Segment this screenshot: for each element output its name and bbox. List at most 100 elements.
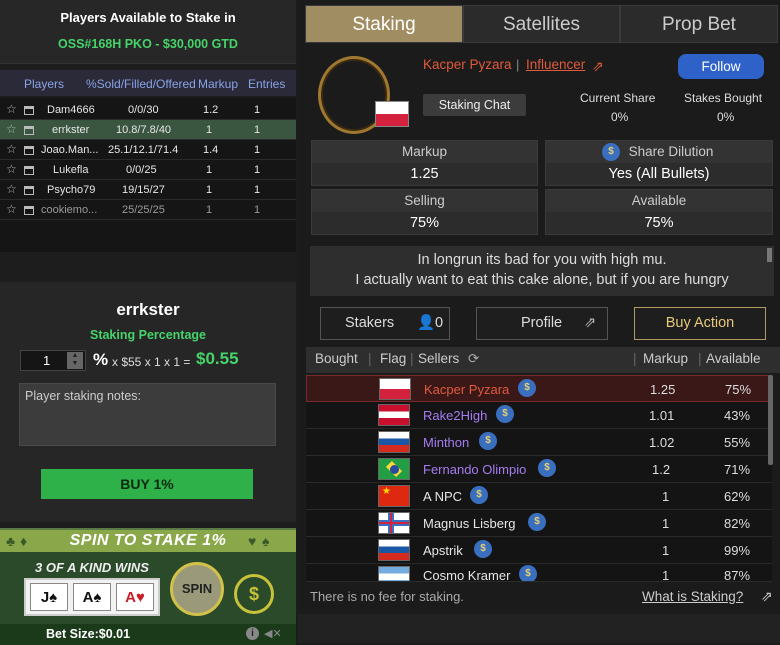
star-icon[interactable]: ☆ [6,162,17,176]
buy-button[interactable]: BUY 1% [41,469,253,499]
calendar-icon[interactable] [24,206,34,215]
star-icon[interactable]: ☆ [6,142,17,156]
share-dilution-box: $ Share Dilution Yes (All Bullets) [545,140,773,186]
list-item[interactable]: Minthon $ 1.02 55% [306,429,772,456]
table-row[interactable]: ☆ cookiemo... 25/25/25 1 1 [0,200,296,220]
players-table: ☆ Dam4666 0/0/30 1.2 1 ☆ errkster 10.8/7… [0,98,296,252]
external-link-icon[interactable]: ⇗ [592,58,604,75]
col-markup[interactable]: Markup [643,351,688,366]
calendar-icon[interactable] [24,106,34,115]
mute-icon[interactable]: ◀✕ [264,627,282,640]
list-item[interactable]: Cosmo Kramer $ 1 87% [306,564,772,582]
star-icon[interactable]: ☆ [6,102,17,116]
dollar-coin-icon: $ [528,513,546,531]
player-name: errkster [52,124,90,136]
seller-markup: 1 [662,489,670,504]
quantity-value[interactable]: 1 [43,353,50,368]
spin-button[interactable]: SPIN [170,562,224,616]
col-sellers[interactable]: Sellers [418,351,459,366]
star-icon[interactable]: ☆ [6,182,17,196]
markup-box: Markup 1.25 [311,140,538,186]
list-item[interactable]: Fernando Olimpio $ 1.2 71% [306,456,772,483]
buy-action-button[interactable]: Buy Action [634,307,766,340]
dollar-coin-icon: $ [496,405,514,423]
player-name: cookiemo... [41,204,98,216]
player-notes-field[interactable]: Player staking notes: [19,383,276,446]
influencer-link[interactable]: Influencer [526,57,585,72]
list-item[interactable]: Magnus Lisberg $ 1 82% [306,510,772,537]
russia-flag-icon [378,431,410,453]
stepper-arrows-icon[interactable]: ▲ ▼ [67,352,83,369]
tab-staking[interactable]: Staking [305,5,463,43]
calendar-icon[interactable] [24,166,34,175]
stakers-count: 0 [435,315,444,331]
bottom-bar [298,614,780,643]
player-entries: 1 [254,184,261,196]
name-separator: | [516,57,520,72]
player-markup: 1 [206,164,213,176]
dollar-coin-icon: $ [538,459,556,477]
seller-name: Apstrik [423,543,463,558]
share-dilution-value: Yes (All Bullets) [608,166,710,182]
what-is-staking-link[interactable]: What is Staking? [642,589,743,604]
dollar-coin-icon: $ [518,379,536,397]
seller-available: 62% [724,489,751,504]
external-link-icon[interactable]: ⇗ [761,588,773,605]
profile-button[interactable]: Profile ⇗ [476,307,608,340]
quantity-stepper[interactable]: 1 ▲ ▼ [20,350,86,371]
col-available[interactable]: Available [706,351,761,366]
calendar-icon[interactable] [24,146,34,155]
player-sold: 0/0/30 [128,104,159,116]
col-bought[interactable]: Bought [315,351,358,366]
list-item[interactable]: Rake2High $ 1.01 43% [306,402,772,429]
staking-chat-button[interactable]: Staking Chat [423,94,526,116]
star-icon[interactable]: ☆ [6,202,17,216]
col-entries[interactable]: Entries [248,77,285,91]
player-entries: 1 [254,104,261,116]
table-row[interactable]: ☆ errkster 10.8/7.8/40 1 1 [0,120,296,140]
staking-percentage-label: Staking Percentage [89,328,206,342]
profile-label: Profile [521,315,563,331]
col-flag[interactable]: Flag [380,351,406,366]
follow-button[interactable]: Follow [678,54,764,79]
player-name: Dam4666 [47,104,95,116]
stake-total: $0.55 [196,349,239,368]
list-scrollbar[interactable] [768,375,773,465]
calendar-icon[interactable] [24,186,34,195]
message-scrollbar[interactable] [767,248,772,262]
tab-prop-bet[interactable]: Prop Bet [620,5,778,43]
refresh-icon[interactable]: ⟳ [468,351,479,367]
list-item[interactable]: Kacper Pyzara $ 1.25 75% [306,375,772,402]
list-item[interactable]: Apstrik $ 1 99% [306,537,772,564]
playing-card: A♥ [116,583,154,611]
sellers-table-header: Bought | Flag | Sellers ⟳ | Markup | Ava… [306,347,780,373]
brazil-flag-icon [378,458,410,480]
seller-available: 87% [724,568,751,582]
player-sold: 25.1/12.1/71.4 [108,144,179,156]
info-icon[interactable]: i [246,627,259,640]
calendar-icon[interactable] [24,126,34,135]
list-item[interactable]: ★ A NPC $ 1 62% [306,483,772,510]
selling-box: Selling 75% [311,189,538,235]
bet-size-bar: Bet Size:$0.01 i ◀✕ [0,624,296,645]
seller-name: Cosmo Kramer [423,568,511,582]
table-row[interactable]: ☆ Psycho79 19/15/27 1 1 [0,180,296,200]
col-sold[interactable]: %Sold/Filled/Offered [86,77,196,91]
markup-value: 1.25 [410,166,439,182]
table-row[interactable]: ☆ Joao.Man... 25.1/12.1/71.4 1.4 1 [0,140,296,160]
dollar-coin-icon: $ [519,565,537,581]
promo-subtitle: 3 OF A KIND WINS [35,560,149,575]
tab-satellites[interactable]: Satellites [463,5,620,43]
russia-flag-icon [378,539,410,561]
col-markup[interactable]: Markup [198,77,238,91]
star-icon[interactable]: ☆ [6,122,17,136]
player-markup: 1 [206,184,213,196]
col-players[interactable]: Players [24,77,64,91]
player-markup: 1.4 [203,144,219,156]
stakers-button[interactable]: Stakers 👤 0 [320,307,450,340]
player-name: Psycho79 [47,184,96,196]
seller-available: 55% [724,435,751,450]
table-row[interactable]: ☆ Lukefla 0/0/25 1 1 [0,160,296,180]
dollar-coin-icon[interactable]: $ [234,574,274,614]
table-row[interactable]: ☆ Dam4666 0/0/30 1.2 1 [0,100,296,120]
